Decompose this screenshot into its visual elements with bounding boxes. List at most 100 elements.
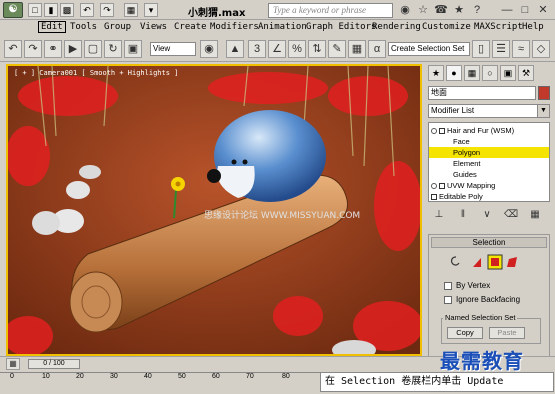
pin-stack-icon[interactable]: ⊥ <box>432 208 446 222</box>
menu-group[interactable]: Group <box>104 22 131 32</box>
modifier-list-dropdown[interactable]: Modifier List ▼ <box>428 104 550 118</box>
configure-sets-icon[interactable]: ▦ <box>528 208 542 222</box>
time-ruler[interactable]: 0 10 20 30 40 50 60 70 80 <box>0 372 320 382</box>
expand-minus-icon[interactable] <box>439 128 445 135</box>
communication-icon[interactable]: ☎ <box>434 3 448 17</box>
menu-create[interactable]: Create <box>174 22 207 32</box>
utilities-tab-icon[interactable]: ⚒ <box>518 65 534 81</box>
lightbulb-icon[interactable] <box>431 128 437 135</box>
by-vertex-checkbox[interactable]: By Vertex <box>444 281 490 291</box>
mini-curve-editor-icon[interactable]: ▦ <box>6 358 20 370</box>
paste-button[interactable]: Paste <box>489 327 525 339</box>
camera-viewport[interactable]: [ + ] Camera001 [ Smooth + Highlights ] … <box>6 64 422 356</box>
named-selection-label: Named Selection Set <box>443 313 518 322</box>
new-file-icon[interactable]: □ <box>28 3 42 17</box>
search-input[interactable]: Type a keyword or phrase <box>268 3 393 18</box>
spinner-snap-icon[interactable]: ⇅ <box>308 40 326 58</box>
favorites-icon[interactable]: ★ <box>452 3 466 17</box>
time-tick: 70 <box>246 373 254 380</box>
stack-item-element[interactable]: Element <box>453 158 481 169</box>
copy-button[interactable]: Copy <box>447 327 483 339</box>
rotate-icon[interactable]: ↻ <box>104 40 122 58</box>
ignore-backfacing-checkbox[interactable]: Ignore Backfacing <box>444 295 520 305</box>
stack-item-uvw-mapping[interactable]: UVW Mapping <box>431 180 495 191</box>
chevron-down-icon[interactable]: ▼ <box>537 105 549 117</box>
viewport-label[interactable]: [ + ] Camera001 [ Smooth + Highlights ] <box>14 69 178 77</box>
menu-graph-editors[interactable]: Graph Editors <box>306 22 376 32</box>
star-icon[interactable]: ☆ <box>416 3 430 17</box>
close-icon[interactable]: ✕ <box>536 3 550 17</box>
expand-plus-icon[interactable] <box>431 194 437 201</box>
undo-icon[interactable]: ↶ <box>80 3 94 17</box>
app-logo-icon[interactable]: ☯ <box>3 2 23 18</box>
mirror-tool-icon[interactable]: ▯ <box>472 40 490 58</box>
remove-modifier-icon[interactable]: ⌫ <box>504 208 518 222</box>
time-slider[interactable]: 0 / 100 <box>28 359 80 369</box>
display-tab-icon[interactable]: ▣ <box>500 65 516 81</box>
minimize-icon[interactable]: — <box>500 3 514 17</box>
redo-icon[interactable]: ↷ <box>100 3 114 17</box>
polygon-level-icon[interactable] <box>487 254 503 270</box>
snap-toggle-icon[interactable]: 3 <box>248 40 266 58</box>
brand-logo: 最需教育 <box>440 349 524 373</box>
abc-icon[interactable]: α <box>368 40 386 58</box>
scale-icon[interactable]: ▣ <box>124 40 142 58</box>
menu-tools[interactable]: Tools <box>70 22 97 32</box>
menu-animation[interactable]: Animation <box>258 22 307 32</box>
undo-tool-icon[interactable]: ↶ <box>4 40 22 58</box>
command-panel-tabs: ★ ● ▦ ○ ▣ ⚒ <box>426 64 551 82</box>
stack-item-hair-and-fur[interactable]: Hair and Fur (WSM) <box>431 125 514 136</box>
stack-item-guides[interactable]: Guides <box>453 169 477 180</box>
element-level-icon[interactable] <box>507 257 517 267</box>
stack-item-editable-poly[interactable]: Editable Poly <box>431 191 483 202</box>
schematic-view-icon[interactable]: ◇ <box>532 40 550 58</box>
hierarchy-tab-icon[interactable]: ▦ <box>464 65 480 81</box>
expand-plus-icon[interactable] <box>439 183 445 190</box>
menu-rendering[interactable]: Rendering <box>372 22 421 32</box>
face-level-icon[interactable] <box>450 256 460 266</box>
motion-tab-icon[interactable]: ○ <box>482 65 498 81</box>
angle-snap-icon[interactable]: ∠ <box>268 40 286 58</box>
align-icon[interactable]: ▦ <box>348 40 366 58</box>
lightbulb-icon[interactable] <box>431 183 437 190</box>
redo-tool-icon[interactable]: ↷ <box>24 40 42 58</box>
time-tick: 40 <box>144 373 152 380</box>
curve-editor-icon[interactable]: ≈ <box>512 40 530 58</box>
menu-modifiers[interactable]: Modifiers <box>210 22 259 32</box>
select-region-icon[interactable]: ▢ <box>84 40 102 58</box>
menu-maxscript[interactable]: MAXScript <box>474 22 523 32</box>
named-selection-set-select[interactable]: Create Selection Set <box>388 42 470 56</box>
menu-help[interactable]: Help <box>522 22 544 32</box>
modifier-stack[interactable]: Hair and Fur (WSM) Face Polygon Element … <box>428 122 550 202</box>
edit-named-sets-icon[interactable]: ✎ <box>328 40 346 58</box>
dropdown-chevron-icon[interactable]: ▾ <box>144 3 158 17</box>
watermark-text: 思缘设计论坛 WWW.MISSYUAN.COM <box>204 211 361 221</box>
edge-level-icon[interactable] <box>473 258 481 267</box>
select-link-icon[interactable]: ⚭ <box>44 40 62 58</box>
selection-rollout: Selection By Vertex Ignore Backfacing Na… <box>428 234 550 358</box>
stack-item-face[interactable]: Face <box>453 136 470 147</box>
help-icon[interactable]: ? <box>470 3 484 17</box>
modify-tab-icon[interactable]: ● <box>446 65 462 81</box>
save-icon[interactable]: ▩ <box>60 3 74 17</box>
menu-edit[interactable]: Edit <box>38 21 66 33</box>
make-unique-icon[interactable]: ∨ <box>480 208 494 222</box>
menu-customize[interactable]: Customize <box>422 22 471 32</box>
object-color-swatch[interactable] <box>538 86 550 100</box>
mirror-icon[interactable]: ▲ <box>226 40 244 58</box>
selection-rollout-header[interactable]: Selection <box>431 237 547 248</box>
maximize-icon[interactable]: □ <box>518 3 532 17</box>
pivot-center-icon[interactable]: ◉ <box>200 40 218 58</box>
show-end-result-icon[interactable]: ‖ <box>456 208 470 222</box>
open-file-icon[interactable]: ▮ <box>44 3 58 17</box>
project-folder-icon[interactable]: ▦ <box>124 3 138 17</box>
create-tab-icon[interactable]: ★ <box>428 65 444 81</box>
stack-item-polygon[interactable]: Polygon <box>429 147 549 158</box>
reference-coord-select[interactable]: View <box>150 42 196 56</box>
select-object-icon[interactable]: ▶ <box>64 40 82 58</box>
binoculars-icon[interactable]: ◉ <box>398 3 412 17</box>
layer-manager-icon[interactable]: ☰ <box>492 40 510 58</box>
percent-snap-icon[interactable]: % <box>288 40 306 58</box>
object-name-field[interactable]: 地面 <box>428 86 536 100</box>
menu-views[interactable]: Views <box>140 22 167 32</box>
